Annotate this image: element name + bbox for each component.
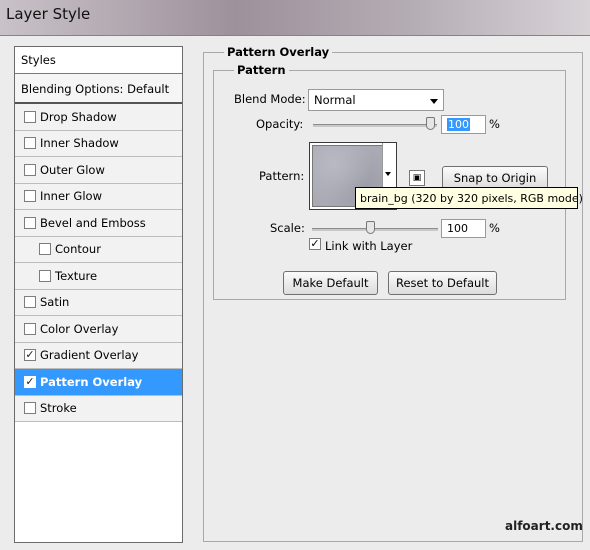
blending-options-item[interactable]: Blending Options: Default — [15, 74, 182, 104]
pattern-legend: Pattern — [234, 63, 289, 77]
style-item-label: Outer Glow — [40, 162, 105, 177]
style-checkbox[interactable] — [24, 163, 36, 176]
style-checkbox[interactable] — [24, 190, 36, 203]
blend-mode-select[interactable]: Normal — [308, 89, 444, 111]
style-item-label: Bevel and Emboss — [40, 215, 146, 230]
style-item-pattern-overlay[interactable]: ✓ Pattern Overlay — [15, 369, 182, 396]
check-icon: ✓ — [25, 348, 35, 362]
styles-list: Styles Blending Options: Default Drop Sh… — [14, 46, 183, 543]
style-item-label: Color Overlay — [40, 321, 119, 336]
style-item-label: Pattern Overlay — [40, 374, 143, 389]
link-with-layer-label: Link with Layer — [325, 239, 413, 253]
pattern-overlay-legend: Pattern Overlay — [224, 45, 333, 59]
check-icon: ✓ — [25, 374, 35, 388]
opacity-value: 100 — [447, 118, 470, 131]
opacity-label: Opacity: — [256, 117, 304, 131]
scale-slider-thumb[interactable] — [366, 221, 375, 234]
opacity-slider-track[interactable] — [313, 124, 437, 127]
opacity-unit: % — [489, 117, 500, 131]
style-item-inner-shadow[interactable]: Inner Shadow — [15, 130, 182, 157]
style-items: Drop Shadow Inner Shadow Outer Glow Inner G… — [15, 104, 182, 422]
style-checkbox[interactable]: ✓ — [24, 348, 36, 362]
style-item-drop-shadow[interactable]: Drop Shadow — [15, 104, 182, 131]
style-item-label: Satin — [40, 295, 70, 310]
style-item-label: Gradient Overlay — [40, 348, 139, 363]
pattern-label: Pattern: — [259, 169, 305, 183]
blend-mode-value: Normal — [314, 93, 356, 107]
style-item-gradient-overlay[interactable]: ✓ Gradient Overlay — [15, 342, 182, 369]
style-item-outer-glow[interactable]: Outer Glow — [15, 157, 182, 184]
style-item-satin[interactable]: Satin — [15, 289, 182, 316]
style-item-label: Stroke — [40, 401, 77, 416]
scale-label: Scale: — [270, 221, 305, 235]
style-checkbox[interactable] — [39, 269, 51, 282]
opacity-slider-thumb[interactable] — [426, 117, 435, 130]
style-item-label: Drop Shadow — [40, 109, 117, 124]
style-checkbox[interactable] — [24, 216, 36, 229]
style-item-inner-glow[interactable]: Inner Glow — [15, 183, 182, 210]
scale-value: 100 — [447, 222, 468, 235]
style-item-label: Inner Glow — [40, 189, 102, 204]
watermark: alfoart.com — [505, 519, 583, 533]
pattern-tooltip: brain_bg (320 by 320 pixels, RGB mode) — [355, 187, 583, 209]
style-item-label: Inner Shadow — [40, 136, 119, 151]
styles-header[interactable]: Styles — [15, 47, 182, 74]
style-item-stroke[interactable]: Stroke — [15, 395, 182, 422]
check-icon: ✓ — [310, 237, 320, 250]
style-item-label: Contour — [55, 242, 101, 257]
style-item-label: Texture — [55, 268, 98, 283]
style-item-bevel-and-emboss[interactable]: Bevel and Emboss — [15, 210, 182, 237]
style-checkbox[interactable] — [39, 243, 51, 256]
scale-unit: % — [489, 221, 500, 235]
style-checkbox[interactable] — [24, 296, 36, 309]
link-with-layer-checkbox[interactable]: ✓ — [309, 238, 321, 250]
reset-to-default-button[interactable]: Reset to Default — [388, 271, 497, 295]
window-title: Layer Style — [6, 5, 91, 23]
style-checkbox[interactable] — [24, 322, 36, 335]
scale-input[interactable]: 100 — [441, 219, 486, 238]
blend-mode-label: Blend Mode: — [234, 92, 306, 106]
style-checkbox[interactable] — [24, 137, 36, 150]
style-checkbox[interactable]: ✓ — [24, 374, 36, 388]
scale-slider-track[interactable] — [312, 228, 438, 231]
title-bar: Layer Style — [0, 0, 590, 36]
make-default-button[interactable]: Make Default — [283, 271, 378, 295]
style-item-contour[interactable]: Contour — [15, 236, 182, 263]
new-preset-icon[interactable]: ▣ — [409, 170, 425, 186]
chevron-down-icon — [430, 99, 438, 104]
style-item-texture[interactable]: Texture — [15, 263, 182, 290]
opacity-input[interactable]: 100 — [441, 115, 486, 134]
style-checkbox[interactable] — [24, 402, 36, 415]
style-checkbox[interactable] — [24, 110, 36, 123]
style-item-color-overlay[interactable]: Color Overlay — [15, 316, 182, 343]
